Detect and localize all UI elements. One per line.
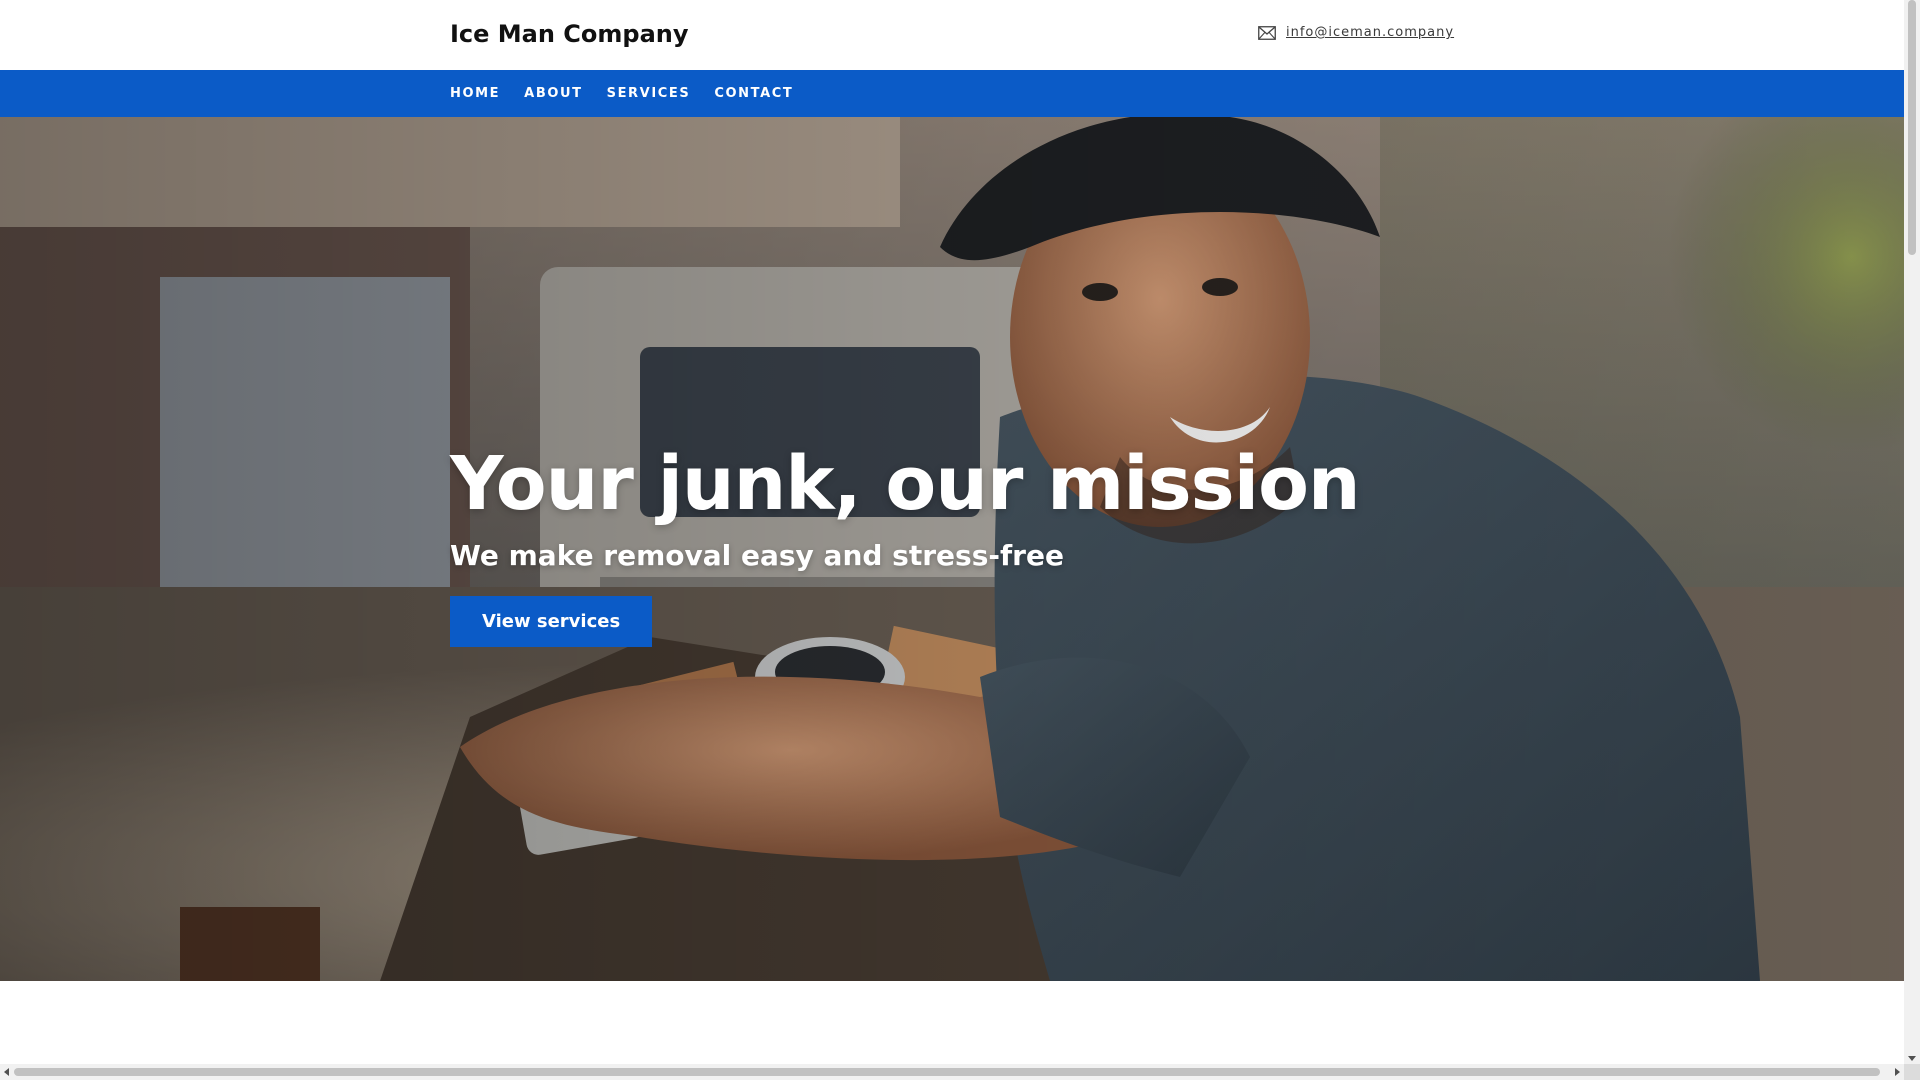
site-header: Ice Man Company info@iceman.company — [0, 0, 1904, 70]
hero-subtitle: We make removal easy and stress-free — [450, 539, 1064, 572]
scroll-left-arrow-icon[interactable] — [4, 1068, 9, 1076]
nav-item-home[interactable]: HOME — [450, 86, 500, 101]
horizontal-scrollbar[interactable] — [0, 1064, 1904, 1080]
main-nav: HOME ABOUT SERVICES CONTACT — [0, 70, 1904, 117]
page-viewport: Ice Man Company info@iceman.company HOME… — [0, 0, 1904, 1064]
hero-title: Your junk, our mission — [450, 441, 1361, 527]
scroll-right-arrow-icon[interactable] — [1895, 1068, 1900, 1076]
hero-content: Your junk, our mission We make removal e… — [450, 441, 1361, 647]
email-link[interactable]: info@iceman.company — [1286, 25, 1454, 40]
hero-section: Your junk, our mission We make removal e… — [0, 117, 1904, 981]
site-brand[interactable]: Ice Man Company — [450, 20, 689, 48]
envelope-icon — [1258, 25, 1276, 40]
vertical-scrollbar[interactable] — [1904, 0, 1920, 1064]
scroll-down-arrow-icon[interactable] — [1908, 1056, 1916, 1061]
vertical-scroll-thumb[interactable] — [1908, 0, 1916, 255]
nav-item-contact[interactable]: CONTACT — [714, 86, 793, 101]
view-services-button[interactable]: View services — [450, 596, 653, 647]
horizontal-scroll-thumb[interactable] — [14, 1068, 1880, 1076]
nav-item-services[interactable]: SERVICES — [607, 86, 691, 101]
nav-item-about[interactable]: ABOUT — [524, 86, 582, 101]
header-contact: info@iceman.company — [1258, 25, 1454, 40]
nav-list: HOME ABOUT SERVICES CONTACT — [450, 70, 793, 117]
scrollbar-corner — [1904, 1064, 1920, 1080]
